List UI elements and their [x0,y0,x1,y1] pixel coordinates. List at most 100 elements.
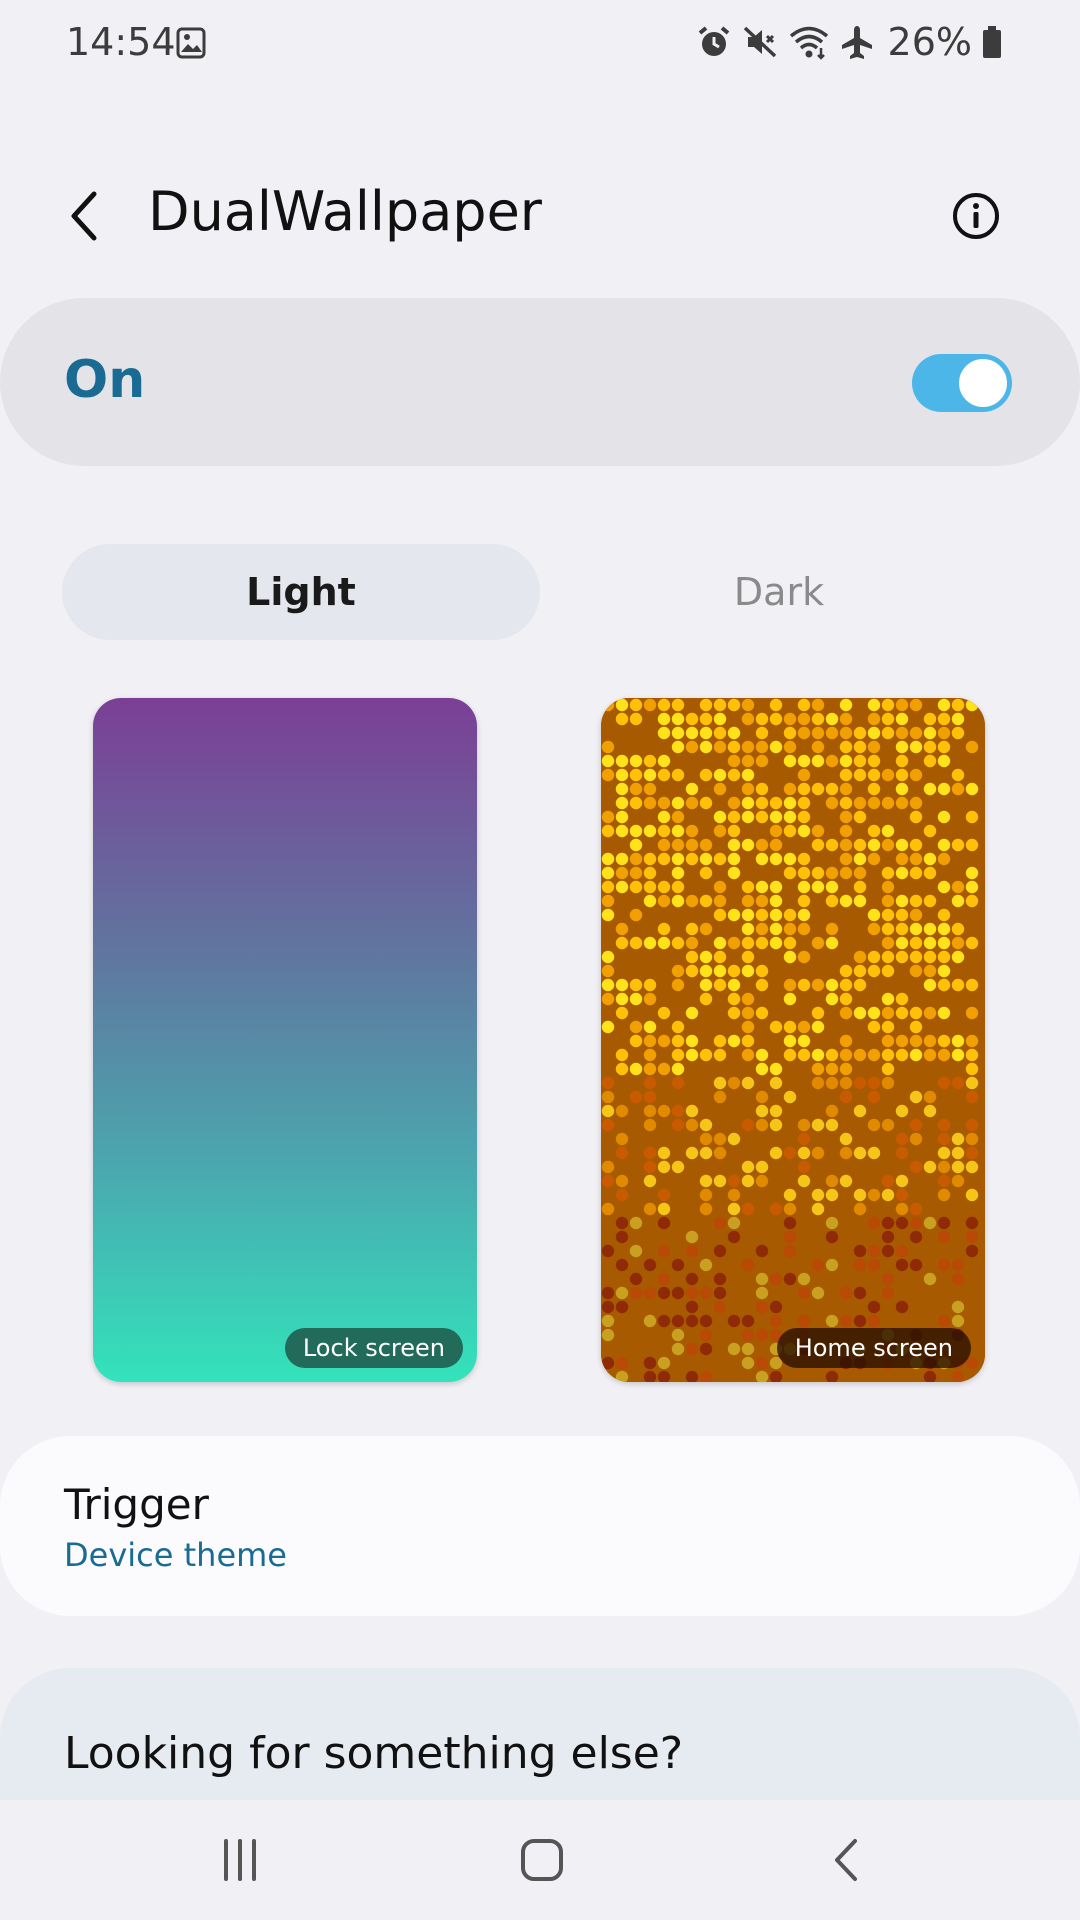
wallpaper-dot [685,936,699,950]
wallpaper-dot [713,810,727,824]
wallpaper-dot [601,1202,615,1216]
wallpaper-dot [643,1104,657,1118]
wallpaper-dot [769,712,783,726]
wallpaper-dot [699,964,713,978]
wallpaper-dot [783,1090,797,1104]
nav-back-button[interactable] [806,1828,886,1892]
wallpaper-dot [685,922,699,936]
wallpaper-dot [881,908,895,922]
wallpaper-dot [839,726,853,740]
wallpaper-dot [713,726,727,740]
wallpaper-dot [727,1006,741,1020]
wallpaper-dot [671,1160,685,1174]
wallpaper-dot [965,698,979,712]
tab-dark[interactable]: Dark [540,544,1018,640]
wallpaper-dot [615,1188,629,1202]
wallpaper-dot [685,1006,699,1020]
wallpaper-dot [727,1034,741,1048]
wallpaper-dot [657,1104,671,1118]
wallpaper-dot [783,992,797,1006]
wallpaper-dot [895,1202,909,1216]
wallpaper-dot [797,698,811,712]
wallpaper-dot [867,740,881,754]
wallpaper-dot [853,726,867,740]
wallpaper-dot [615,1174,629,1188]
wallpaper-dot [741,796,755,810]
wallpaper-dot [755,1286,769,1300]
info-button[interactable] [944,184,1008,248]
wallpaper-dot [769,1202,783,1216]
wallpaper-dot [769,852,783,866]
wallpaper-dot [755,740,769,754]
wallpaper-dot [951,1034,965,1048]
home-screen-preview[interactable]: Home screen [601,698,985,1382]
wallpaper-dot [671,838,685,852]
wallpaper-dot [951,894,965,908]
wallpaper-dot [797,880,811,894]
wallpaper-dot [839,978,853,992]
lock-screen-badge: Lock screen [284,1328,463,1368]
trigger-title: Trigger [64,1480,209,1529]
wallpaper-dot [895,1104,909,1118]
wallpaper-dot [965,1146,979,1160]
lock-screen-preview[interactable]: Lock screen [93,698,477,1382]
wallpaper-dot [797,782,811,796]
wallpaper-dot [853,754,867,768]
wallpaper-dot [825,1314,839,1328]
wallpaper-dot [811,1146,825,1160]
wallpaper-dot [755,754,769,768]
wallpaper-dot [769,1076,783,1090]
home-button[interactable] [502,1828,582,1892]
wallpaper-dot [755,1062,769,1076]
wallpaper-dot [937,1314,951,1328]
wallpaper-dot [601,1328,615,1342]
tab-light[interactable]: Light [62,544,540,640]
wallpaper-dot [853,880,867,894]
wallpaper-dot [783,1048,797,1062]
wallpaper-dot [895,796,909,810]
wallpaper-dot [741,1202,755,1216]
wallpaper-dot [643,880,657,894]
wallpaper-dot [853,1244,867,1258]
wallpaper-dot [671,852,685,866]
wallpaper-dot [867,1216,881,1230]
wallpaper-dot [881,1188,895,1202]
wallpaper-dot [769,740,783,754]
wallpaper-dot [685,740,699,754]
master-toggle[interactable] [912,354,1012,412]
wallpaper-dot [615,978,629,992]
back-button[interactable] [52,184,116,248]
wallpaper-dot [643,1314,657,1328]
wallpaper-dot [629,992,643,1006]
master-switch-bar[interactable]: On [0,298,1080,466]
wallpaper-dot [615,1230,629,1244]
wallpaper-dot [727,768,741,782]
wallpaper-dot [713,782,727,796]
wallpaper-dot [853,1258,867,1272]
wallpaper-dot [839,894,853,908]
wallpaper-dot [825,726,839,740]
wallpaper-dot [937,1146,951,1160]
wallpaper-dot [601,1076,615,1090]
wallpaper-dot [965,1062,979,1076]
wallpaper-dot [811,754,825,768]
wallpaper-dot [797,810,811,824]
trigger-setting[interactable]: Trigger Device theme [0,1436,1080,1616]
recents-button[interactable] [200,1828,280,1892]
wallpaper-dot [937,964,951,978]
wallpaper-dot [937,740,951,754]
wallpaper-dot [741,768,755,782]
wallpaper-dot [629,796,643,810]
wallpaper-dot [825,1062,839,1076]
wallpaper-dot [601,768,615,782]
wallpaper-dot [783,1188,797,1202]
wallpaper-dot [783,810,797,824]
wallpaper-dot [685,796,699,810]
wallpaper-dot [881,1118,895,1132]
wallpaper-dot [741,1076,755,1090]
status-bar: 14:54 26% [0,0,1080,90]
wallpaper-dot [825,1188,839,1202]
wallpaper-dot [951,1160,965,1174]
wallpaper-dot [741,754,755,768]
wallpaper-dot [951,922,965,936]
